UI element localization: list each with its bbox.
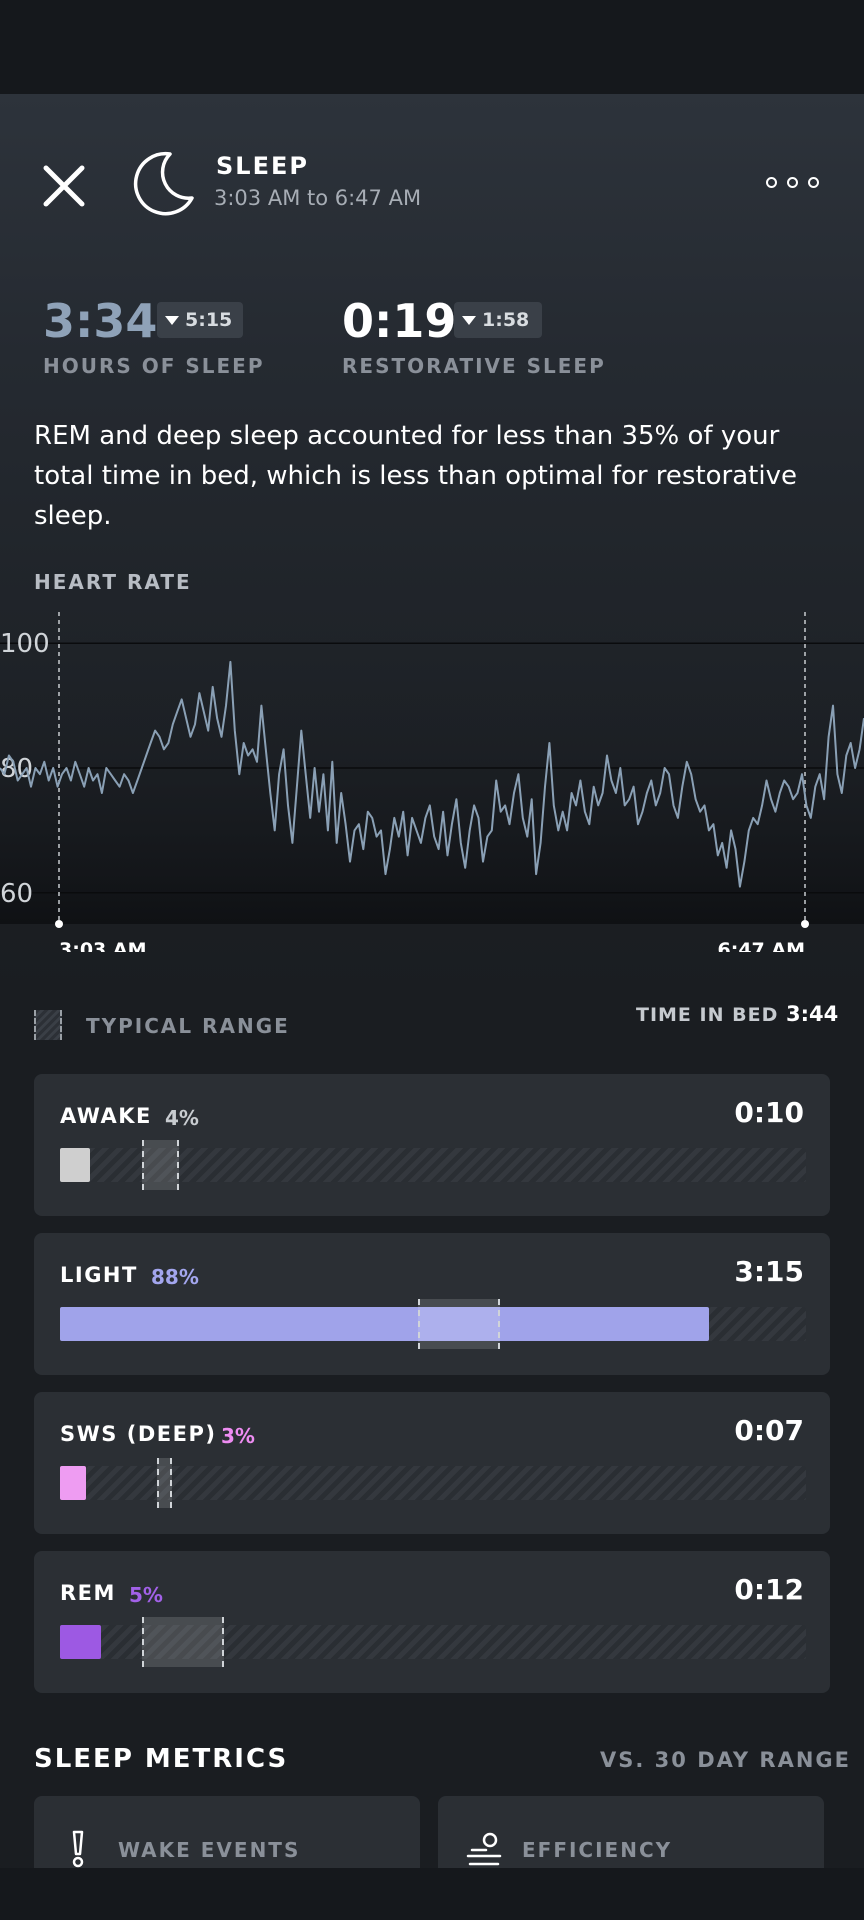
exclamation-icon [72, 1830, 84, 1868]
stage-duration: 0:12 [734, 1573, 804, 1606]
sleep-time-range: 3:03 AM to 6:47 AM [214, 186, 422, 210]
typical-range-marker [418, 1299, 501, 1349]
dot-icon [766, 176, 777, 188]
stage-fill-bar [60, 1625, 102, 1659]
stage-track [60, 1299, 806, 1349]
restorative-change-value: 1:58 [482, 309, 530, 331]
page-title: SLEEP [216, 152, 309, 180]
metric-label: EFFICIENCY [522, 1838, 673, 1862]
hours-of-sleep-value: 3:34 [43, 294, 158, 348]
typical-range-marker [142, 1140, 180, 1190]
stage-track [60, 1140, 806, 1190]
stage-track [60, 1617, 806, 1667]
restorative-sleep-value: 0:19 [342, 294, 457, 348]
stage-name: LIGHT [60, 1263, 138, 1287]
hours-change-chip: 5:15 [157, 302, 243, 338]
close-icon[interactable] [38, 160, 90, 212]
restorative-sleep-label: RESTORATIVE SLEEP [342, 354, 606, 378]
stage-card-awake[interactable]: AWAKE 4% 0:10 [34, 1074, 830, 1216]
comparison-label: VS. 30 DAY RANGE [600, 1748, 851, 1772]
y-tick-label: 60 [0, 879, 33, 909]
stage-percent: 4% [165, 1106, 199, 1130]
sleep-insight-text: REM and deep sleep accounted for less th… [34, 421, 797, 531]
stage-card-rem[interactable]: REM 5% 0:12 [34, 1551, 830, 1693]
start-marker-dot [55, 920, 63, 928]
moon-icon [133, 151, 194, 216]
end-marker-dot [801, 920, 809, 928]
time-in-bed-label: TIME IN BED [636, 1004, 779, 1026]
stage-name: REM [60, 1581, 116, 1605]
restorative-change-chip: 1:58 [454, 302, 542, 338]
stage-fill-bar [60, 1148, 90, 1182]
heart-rate-label: HEART RATE [34, 570, 192, 594]
typical-range-label: TYPICAL RANGE [86, 1014, 290, 1038]
stage-card-light[interactable]: LIGHT 88% 3:15 [34, 1233, 830, 1375]
dot-icon [808, 176, 819, 188]
triangle-down-icon [462, 315, 476, 325]
y-tick-label: 100 [0, 629, 50, 659]
stage-percent: 5% [129, 1583, 163, 1607]
chart-start-time-label: 3:03 AM [59, 939, 147, 952]
more-options-button[interactable] [766, 168, 830, 196]
hours-change-value: 5:15 [185, 309, 233, 331]
hours-of-sleep-label: HOURS OF SLEEP [43, 354, 265, 378]
heart-rate-chart[interactable]: 1008060 3:03 AM 6:47 AM [0, 612, 864, 952]
stage-duration: 0:07 [734, 1414, 804, 1447]
stage-name: SWS (DEEP) [60, 1422, 217, 1446]
stage-duration: 3:15 [734, 1255, 804, 1288]
stage-fill-bar [60, 1307, 710, 1341]
stage-percent: 88% [151, 1265, 199, 1289]
stage-fill-bar [60, 1466, 87, 1500]
metric-label: WAKE EVENTS [118, 1838, 301, 1862]
sleeper-icon [466, 1832, 502, 1866]
stage-card-deep[interactable]: SWS (DEEP) 3% 0:07 [34, 1392, 830, 1534]
stage-percent: 3% [221, 1424, 255, 1448]
bottom-nav-area [0, 1868, 864, 1920]
typical-range-swatch [34, 1010, 62, 1040]
chart-end-time-label: 6:47 AM [718, 939, 806, 952]
triangle-down-icon [165, 315, 179, 325]
stage-duration: 0:10 [734, 1096, 804, 1129]
stage-track [60, 1458, 806, 1508]
sleep-metrics-title: SLEEP METRICS [34, 1744, 289, 1774]
typical-range-marker [142, 1617, 225, 1667]
status-bar-area [0, 0, 864, 94]
stage-name: AWAKE [60, 1104, 152, 1128]
time-in-bed-value: 3:44 [786, 1002, 839, 1026]
typical-range-marker [156, 1458, 172, 1508]
dot-icon [787, 176, 798, 188]
